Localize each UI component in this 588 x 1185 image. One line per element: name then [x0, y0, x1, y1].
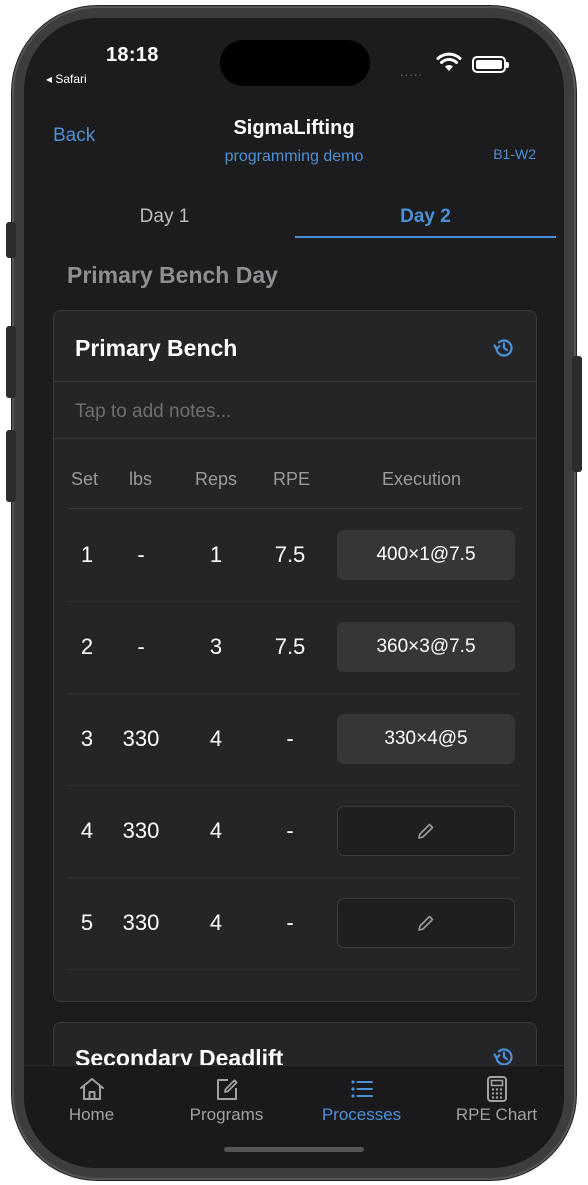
tab-label: RPE Chart [455, 1105, 538, 1124]
status-time: 18:18 [106, 44, 159, 66]
set-number: 2 [80, 634, 94, 659]
set-number: 4 [80, 818, 94, 843]
set-number: 1 [80, 542, 94, 567]
tab-label: Processes [321, 1105, 402, 1124]
home-icon [79, 1078, 104, 1100]
list-icon [350, 1080, 373, 1098]
wifi-icon [436, 52, 462, 71]
set-lbs: - [137, 634, 145, 659]
action-button [6, 222, 16, 258]
calculator-icon [486, 1076, 507, 1102]
table-row: 1 - 1 7.5 400×1@7.5 [68, 509, 522, 601]
execution-button[interactable]: 330×4@5 [337, 714, 515, 764]
week-badge[interactable]: B1-W2 [493, 146, 536, 162]
execution-button[interactable]: 360×3@7.5 [337, 622, 515, 672]
dynamic-island [220, 40, 370, 86]
set-rpe: 7.5 [274, 542, 306, 567]
set-rpe: 7.5 [274, 634, 306, 659]
tab-programs[interactable]: Programs [159, 1066, 294, 1168]
tab-label: Programs [189, 1105, 264, 1124]
column-header-rpe: RPE [273, 469, 311, 489]
tab-processes[interactable]: Processes [294, 1066, 429, 1168]
set-number: 3 [80, 726, 94, 751]
power-button [572, 356, 582, 472]
pencil-icon [418, 823, 434, 839]
sets-table-header: Set lbs Reps RPE Execution [68, 469, 522, 509]
execution-edit-button[interactable] [337, 806, 515, 856]
tab-day-2[interactable]: Day 2 [295, 196, 556, 238]
divider [54, 438, 536, 439]
execution-button[interactable]: 400×1@7.5 [337, 530, 515, 580]
table-row: 5 330 4 - [68, 877, 522, 969]
history-icon[interactable] [492, 336, 516, 360]
home-indicator[interactable] [224, 1147, 364, 1152]
set-number: 5 [80, 910, 94, 935]
table-row: 4 330 4 - [68, 785, 522, 877]
set-reps: 1 [209, 542, 223, 567]
back-to-safari-link[interactable]: ◂ Safari [46, 72, 87, 86]
screen: 18:18 ◂ Safari ..... Back SigmaLifting p… [24, 18, 564, 1168]
execution-edit-button[interactable] [337, 898, 515, 948]
notes-input[interactable]: Tap to add notes... [75, 401, 231, 423]
volume-down-button [6, 430, 16, 502]
column-header-set: Set [71, 469, 99, 489]
day-tabs: Day 1 Day 2 [34, 196, 556, 238]
table-row: 3 330 4 - 330×4@5 [68, 693, 522, 785]
set-rpe: - [286, 910, 294, 935]
battery-icon [472, 56, 509, 73]
tab-day-1[interactable]: Day 1 [34, 196, 295, 238]
edit-icon [216, 1079, 238, 1100]
bottom-tab-bar: Home Programs Processes RPE Chart [24, 1065, 564, 1168]
signal-icon: ..... [400, 64, 424, 79]
program-subtitle[interactable]: programming demo [24, 148, 564, 166]
volume-up-button [6, 326, 16, 398]
table-row: 2 - 3 7.5 360×3@7.5 [68, 601, 522, 693]
divider [54, 381, 536, 382]
day-title: Primary Bench Day [67, 262, 278, 288]
tab-home[interactable]: Home [24, 1066, 159, 1168]
set-lbs: - [137, 542, 145, 567]
pencil-icon [418, 915, 434, 931]
set-reps: 4 [209, 910, 223, 935]
column-header-reps: Reps [195, 469, 238, 489]
column-header-execution: Execution [382, 469, 462, 489]
set-reps: 4 [209, 726, 223, 751]
set-rpe: - [286, 726, 294, 751]
set-rpe: - [286, 818, 294, 843]
app-title: SigmaLifting [233, 117, 355, 139]
set-lbs: 330 [122, 818, 160, 843]
exercise-card: Primary Bench Tap to add notes... Set lb… [53, 310, 537, 1002]
row-divider [68, 969, 522, 970]
tab-label: Home [68, 1105, 115, 1124]
column-header-lbs: lbs [129, 469, 153, 489]
tab-rpe-chart[interactable]: RPE Chart [429, 1066, 564, 1168]
set-reps: 4 [209, 818, 223, 843]
set-reps: 3 [209, 634, 223, 659]
exercise-title: Primary Bench [75, 335, 238, 361]
set-lbs: 330 [122, 910, 160, 935]
set-lbs: 330 [122, 726, 160, 751]
